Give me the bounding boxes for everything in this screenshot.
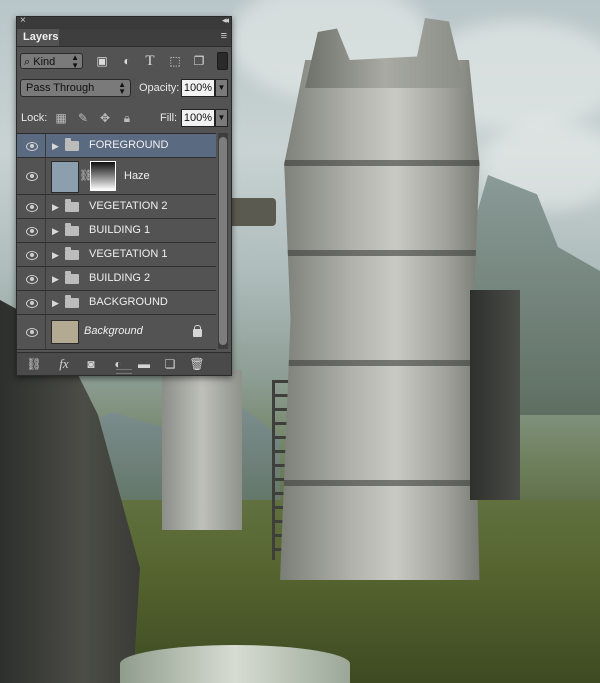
layer-mask-thumbnail[interactable] <box>90 161 116 191</box>
layer-row-background[interactable]: Background <box>17 315 216 350</box>
blend-row: Pass Through ▲ ▼ Opacity: 100% ▼ <box>20 79 228 99</box>
fx-icon[interactable]: fx <box>56 356 72 372</box>
layer-name: BUILDING 1 <box>89 223 151 236</box>
eye-icon <box>26 226 38 236</box>
link-layers-icon[interactable]: ⛓︎ <box>26 356 42 372</box>
layer-row-vegetation-2[interactable]: ▶ VEGETATION 2 <box>17 195 216 219</box>
visibility-toggle[interactable] <box>17 267 46 290</box>
add-mask-icon[interactable]: ◙ <box>83 356 99 372</box>
eye-icon <box>26 202 38 212</box>
disclosure-triangle-icon[interactable]: ▶ <box>52 274 59 285</box>
tab-bar: Layers ≡ <box>17 29 231 47</box>
eye-icon <box>26 141 38 151</box>
eye-icon <box>26 250 38 260</box>
smart-object-filter-icon[interactable]: ❐ <box>191 53 207 69</box>
layer-row-vegetation-1[interactable]: ▶ VEGETATION 1 <box>17 243 216 267</box>
visibility-toggle[interactable] <box>17 195 46 218</box>
filter-toggle[interactable] <box>217 52 228 70</box>
lock-transparent-pixels-icon[interactable]: ▦ <box>53 110 69 126</box>
layer-list-scrollbar[interactable] <box>218 133 228 349</box>
lock-icon <box>193 325 202 337</box>
layer-name: BACKGROUND <box>89 295 168 308</box>
trash-icon[interactable]: 🗑︎ <box>189 356 205 372</box>
new-layer-icon[interactable]: ❏ <box>162 356 178 372</box>
disclosure-triangle-icon[interactable]: ▶ <box>52 226 59 237</box>
filter-kind-label: Kind <box>33 56 56 68</box>
flying-machine <box>228 198 276 226</box>
layer-name: VEGETATION 2 <box>89 199 168 212</box>
blend-mode-select[interactable]: Pass Through ▲ ▼ <box>20 79 131 97</box>
collapse-icon[interactable]: ◂◂ <box>222 15 229 26</box>
panel-menu-icon[interactable]: ≡ <box>221 30 227 42</box>
eye-icon <box>26 328 38 337</box>
visibility-toggle[interactable] <box>17 158 46 194</box>
side-machinery <box>470 290 520 500</box>
panel-footer: ⛓︎ fx ◙ ◐ ▬ ❏ 🗑︎ <box>17 352 231 375</box>
main-tower <box>280 60 480 580</box>
layer-row-haze[interactable]: ⛓︎ Haze <box>17 158 216 195</box>
folder-icon <box>65 137 79 151</box>
visibility-toggle[interactable] <box>17 134 46 157</box>
lock-position-icon[interactable]: ✥ <box>97 110 113 126</box>
new-group-icon[interactable]: ▬ <box>136 356 152 372</box>
eye-icon <box>26 172 38 181</box>
layers-panel: × ◂◂ Layers ≡ ⌕ Kind ▲ ▼ ▣ ◐ T ⬚ ❐ Pass T… <box>16 15 232 376</box>
layer-thumbnail <box>51 320 79 344</box>
fill-dropdown-icon[interactable]: ▼ <box>215 109 228 127</box>
visibility-toggle[interactable] <box>17 291 46 314</box>
folder-icon <box>65 270 79 284</box>
image-filter-icon[interactable]: ▣ <box>94 53 110 69</box>
layer-row-building-1[interactable]: ▶ BUILDING 1 <box>17 219 216 243</box>
opacity-input[interactable]: 100% <box>181 79 215 97</box>
visibility-toggle[interactable] <box>17 315 46 349</box>
stream <box>120 645 350 683</box>
folder-icon <box>65 198 79 212</box>
folder-icon <box>65 222 79 236</box>
tab-layers[interactable]: Layers <box>17 29 59 46</box>
layer-row-foreground[interactable]: ▶ FOREGROUND <box>17 134 216 158</box>
adjustment-filter-icon[interactable]: ◐ <box>119 53 135 69</box>
lock-image-pixels-icon[interactable]: ✎ <box>75 110 91 126</box>
layer-row-building-2[interactable]: ▶ BUILDING 2 <box>17 267 216 291</box>
folder-icon <box>65 246 79 260</box>
search-icon: ⌕ <box>24 56 31 68</box>
layer-thumbnail <box>51 161 79 193</box>
filter-kind-select[interactable]: ⌕ Kind ▲ ▼ <box>20 53 83 70</box>
layer-name: VEGETATION 1 <box>89 247 168 260</box>
fill-input[interactable]: 100% <box>181 109 215 127</box>
layer-name: Haze <box>124 170 150 182</box>
type-filter-icon[interactable]: T <box>142 53 158 69</box>
panel-titlebar: × ◂◂ <box>17 15 231 29</box>
lock-label: Lock: <box>21 112 48 124</box>
lock-all-icon[interactable]: 🔒︎ <box>119 110 135 126</box>
layer-name: FOREGROUND <box>89 138 169 151</box>
layer-list: ▶ FOREGROUND ⛓︎ Haze ▶ VEGETATION 2 ▶ BU… <box>17 133 216 350</box>
eye-icon <box>26 274 38 284</box>
layer-name: BUILDING 2 <box>89 271 151 284</box>
disclosure-triangle-icon[interactable]: ▶ <box>52 298 59 309</box>
lock-row: Lock: ▦ ✎ ✥ 🔒︎ Fill: 100% ▼ <box>20 109 228 129</box>
eye-icon <box>26 298 38 308</box>
opacity-label: Opacity: <box>139 82 180 94</box>
resize-grip[interactable] <box>116 369 132 374</box>
folder-icon <box>65 294 79 308</box>
fill-label: Fill: <box>160 112 178 124</box>
disclosure-triangle-icon[interactable]: ▶ <box>52 250 59 261</box>
visibility-toggle[interactable] <box>17 219 46 242</box>
select-arrows-icon: ▲ ▼ <box>71 53 79 70</box>
layer-name: Background <box>84 325 143 337</box>
shape-filter-icon[interactable]: ⬚ <box>167 53 183 69</box>
blend-mode-value: Pass Through <box>26 82 95 94</box>
scrollbar-thumb[interactable] <box>219 137 227 345</box>
close-icon[interactable]: × <box>20 15 26 26</box>
distant-tower <box>162 370 242 530</box>
disclosure-triangle-icon[interactable]: ▶ <box>52 141 59 152</box>
disclosure-triangle-icon[interactable]: ▶ <box>52 202 59 213</box>
layer-row-background-group[interactable]: ▶ BACKGROUND <box>17 291 216 315</box>
filter-row: ⌕ Kind ▲ ▼ ▣ ◐ T ⬚ ❐ <box>20 50 228 72</box>
opacity-dropdown-icon[interactable]: ▼ <box>215 79 228 97</box>
select-arrows-icon: ▲ ▼ <box>118 80 126 96</box>
visibility-toggle[interactable] <box>17 243 46 266</box>
